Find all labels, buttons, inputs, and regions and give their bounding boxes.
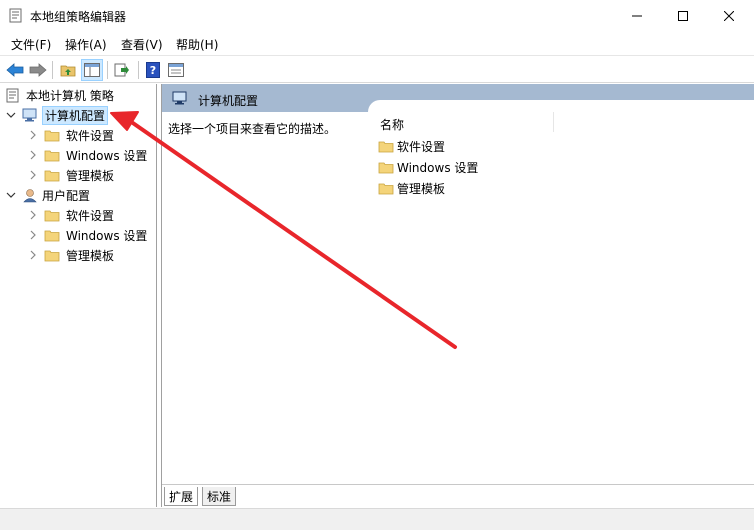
chevron-right-icon[interactable] <box>28 150 38 160</box>
back-arrow-icon <box>6 63 24 77</box>
tree-item-user-software[interactable]: 软件设置 <box>28 205 114 225</box>
detail-pane: 计算机配置 选择一个项目来查看它的描述。 名称 软件设置 Windows 设置 … <box>161 84 754 507</box>
tree-item-computer-config[interactable]: 计算机配置 <box>6 105 109 125</box>
properties-button[interactable] <box>165 59 187 81</box>
tree-pane: 本地计算机 策略 计算机配置 软件设置 Windows 设置 管理模板 用户配置… <box>0 84 157 507</box>
column-header-name[interactable]: 名称 <box>380 116 404 133</box>
forward-button[interactable] <box>27 59 49 81</box>
description-text: 选择一个项目来查看它的描述。 <box>168 122 337 136</box>
tree-label: Windows 设置 <box>66 228 148 243</box>
toolbar-separator <box>138 61 139 79</box>
show-hide-tree-button[interactable] <box>81 59 103 81</box>
policy-editor-icon <box>9 8 22 23</box>
tree-label: Windows 设置 <box>66 148 148 163</box>
tree-label: 软件设置 <box>66 128 115 143</box>
title-bar: 本地组策略编辑器 <box>0 0 754 31</box>
up-level-button[interactable] <box>57 59 79 81</box>
menu-action[interactable]: 操作(A) <box>65 36 107 53</box>
maximize-button[interactable] <box>660 0 706 31</box>
user-config-icon <box>23 188 37 202</box>
tree-label: 管理模板 <box>66 168 115 183</box>
tab-standard[interactable]: 标准 <box>202 487 237 506</box>
list-item-label: Windows 设置 <box>397 160 479 175</box>
export-list-button[interactable] <box>111 59 133 81</box>
tree-item-computer-software[interactable]: 软件设置 <box>28 125 114 145</box>
tree-label: 软件设置 <box>66 208 115 223</box>
folder-icon <box>44 150 60 161</box>
list-item[interactable]: 管理模板 <box>378 178 445 198</box>
close-icon <box>724 10 734 21</box>
help-icon: ? <box>146 62 160 78</box>
back-button[interactable] <box>4 59 26 81</box>
menu-file[interactable]: 文件(F) <box>11 36 51 53</box>
folder-icon <box>44 230 60 241</box>
menu-bar: 文件(F) 操作(A) 查看(V) 帮助(H) <box>0 32 754 54</box>
tab-extended[interactable]: 扩展 <box>164 487 199 506</box>
tree-item-root[interactable]: 本地计算机 策略 <box>6 85 114 105</box>
item-list: 名称 软件设置 Windows 设置 管理模板 <box>368 100 754 480</box>
tree-item-user-windows[interactable]: Windows 设置 <box>28 225 147 245</box>
toolbar-separator <box>107 61 108 79</box>
status-bar <box>0 508 754 530</box>
tree-label: 管理模板 <box>66 248 115 263</box>
tree-item-user-templates[interactable]: 管理模板 <box>28 245 114 265</box>
folder-icon <box>378 162 394 173</box>
minimize-icon <box>632 15 642 16</box>
properties-pane-icon <box>168 63 184 77</box>
column-divider[interactable] <box>553 112 554 132</box>
folder-icon <box>378 141 394 152</box>
window-title: 本地组策略编辑器 <box>30 10 127 24</box>
tree-item-computer-windows[interactable]: Windows 设置 <box>28 145 147 165</box>
chevron-down-icon[interactable] <box>6 190 16 200</box>
export-list-icon <box>114 63 129 77</box>
svg-text:?: ? <box>150 64 156 77</box>
toolbar: ? <box>0 55 754 83</box>
toolbar-separator <box>52 61 53 79</box>
folder-icon <box>44 170 60 181</box>
tree-item-user-config[interactable]: 用户配置 <box>6 185 90 205</box>
computer-config-icon <box>22 108 37 122</box>
folder-icon <box>378 183 394 194</box>
detail-header-title: 计算机配置 <box>198 94 259 108</box>
tree-root-label: 本地计算机 策略 <box>26 88 114 103</box>
chevron-right-icon[interactable] <box>28 210 38 220</box>
tree-user-config-label: 用户配置 <box>42 188 91 203</box>
folder-up-icon <box>60 65 76 77</box>
list-item[interactable]: 软件设置 <box>378 136 445 156</box>
menu-view[interactable]: 查看(V) <box>121 36 163 53</box>
view-tabs: 扩展 标准 <box>162 484 754 507</box>
chevron-right-icon[interactable] <box>28 250 38 260</box>
folder-icon <box>44 130 60 141</box>
list-item[interactable]: Windows 设置 <box>378 157 478 177</box>
chevron-right-icon[interactable] <box>28 170 38 180</box>
menu-help[interactable]: 帮助(H) <box>176 36 218 53</box>
chevron-right-icon[interactable] <box>28 130 38 140</box>
close-button[interactable] <box>706 0 752 31</box>
chevron-down-icon[interactable] <box>6 110 16 120</box>
computer-config-icon <box>172 91 187 105</box>
list-item-label: 管理模板 <box>397 181 446 196</box>
folder-icon <box>44 210 60 221</box>
list-item-label: 软件设置 <box>397 139 446 154</box>
help-button[interactable]: ? <box>142 59 164 81</box>
minimize-button[interactable] <box>614 0 660 31</box>
chevron-right-icon[interactable] <box>28 230 38 240</box>
maximize-icon <box>678 10 688 21</box>
folder-icon <box>44 250 60 261</box>
forward-arrow-icon <box>29 63 47 77</box>
tree-item-computer-templates[interactable]: 管理模板 <box>28 165 114 185</box>
tree-computer-config-label: 计算机配置 <box>42 105 109 125</box>
policy-document-icon <box>6 88 19 102</box>
tree-pane-icon <box>84 63 100 77</box>
